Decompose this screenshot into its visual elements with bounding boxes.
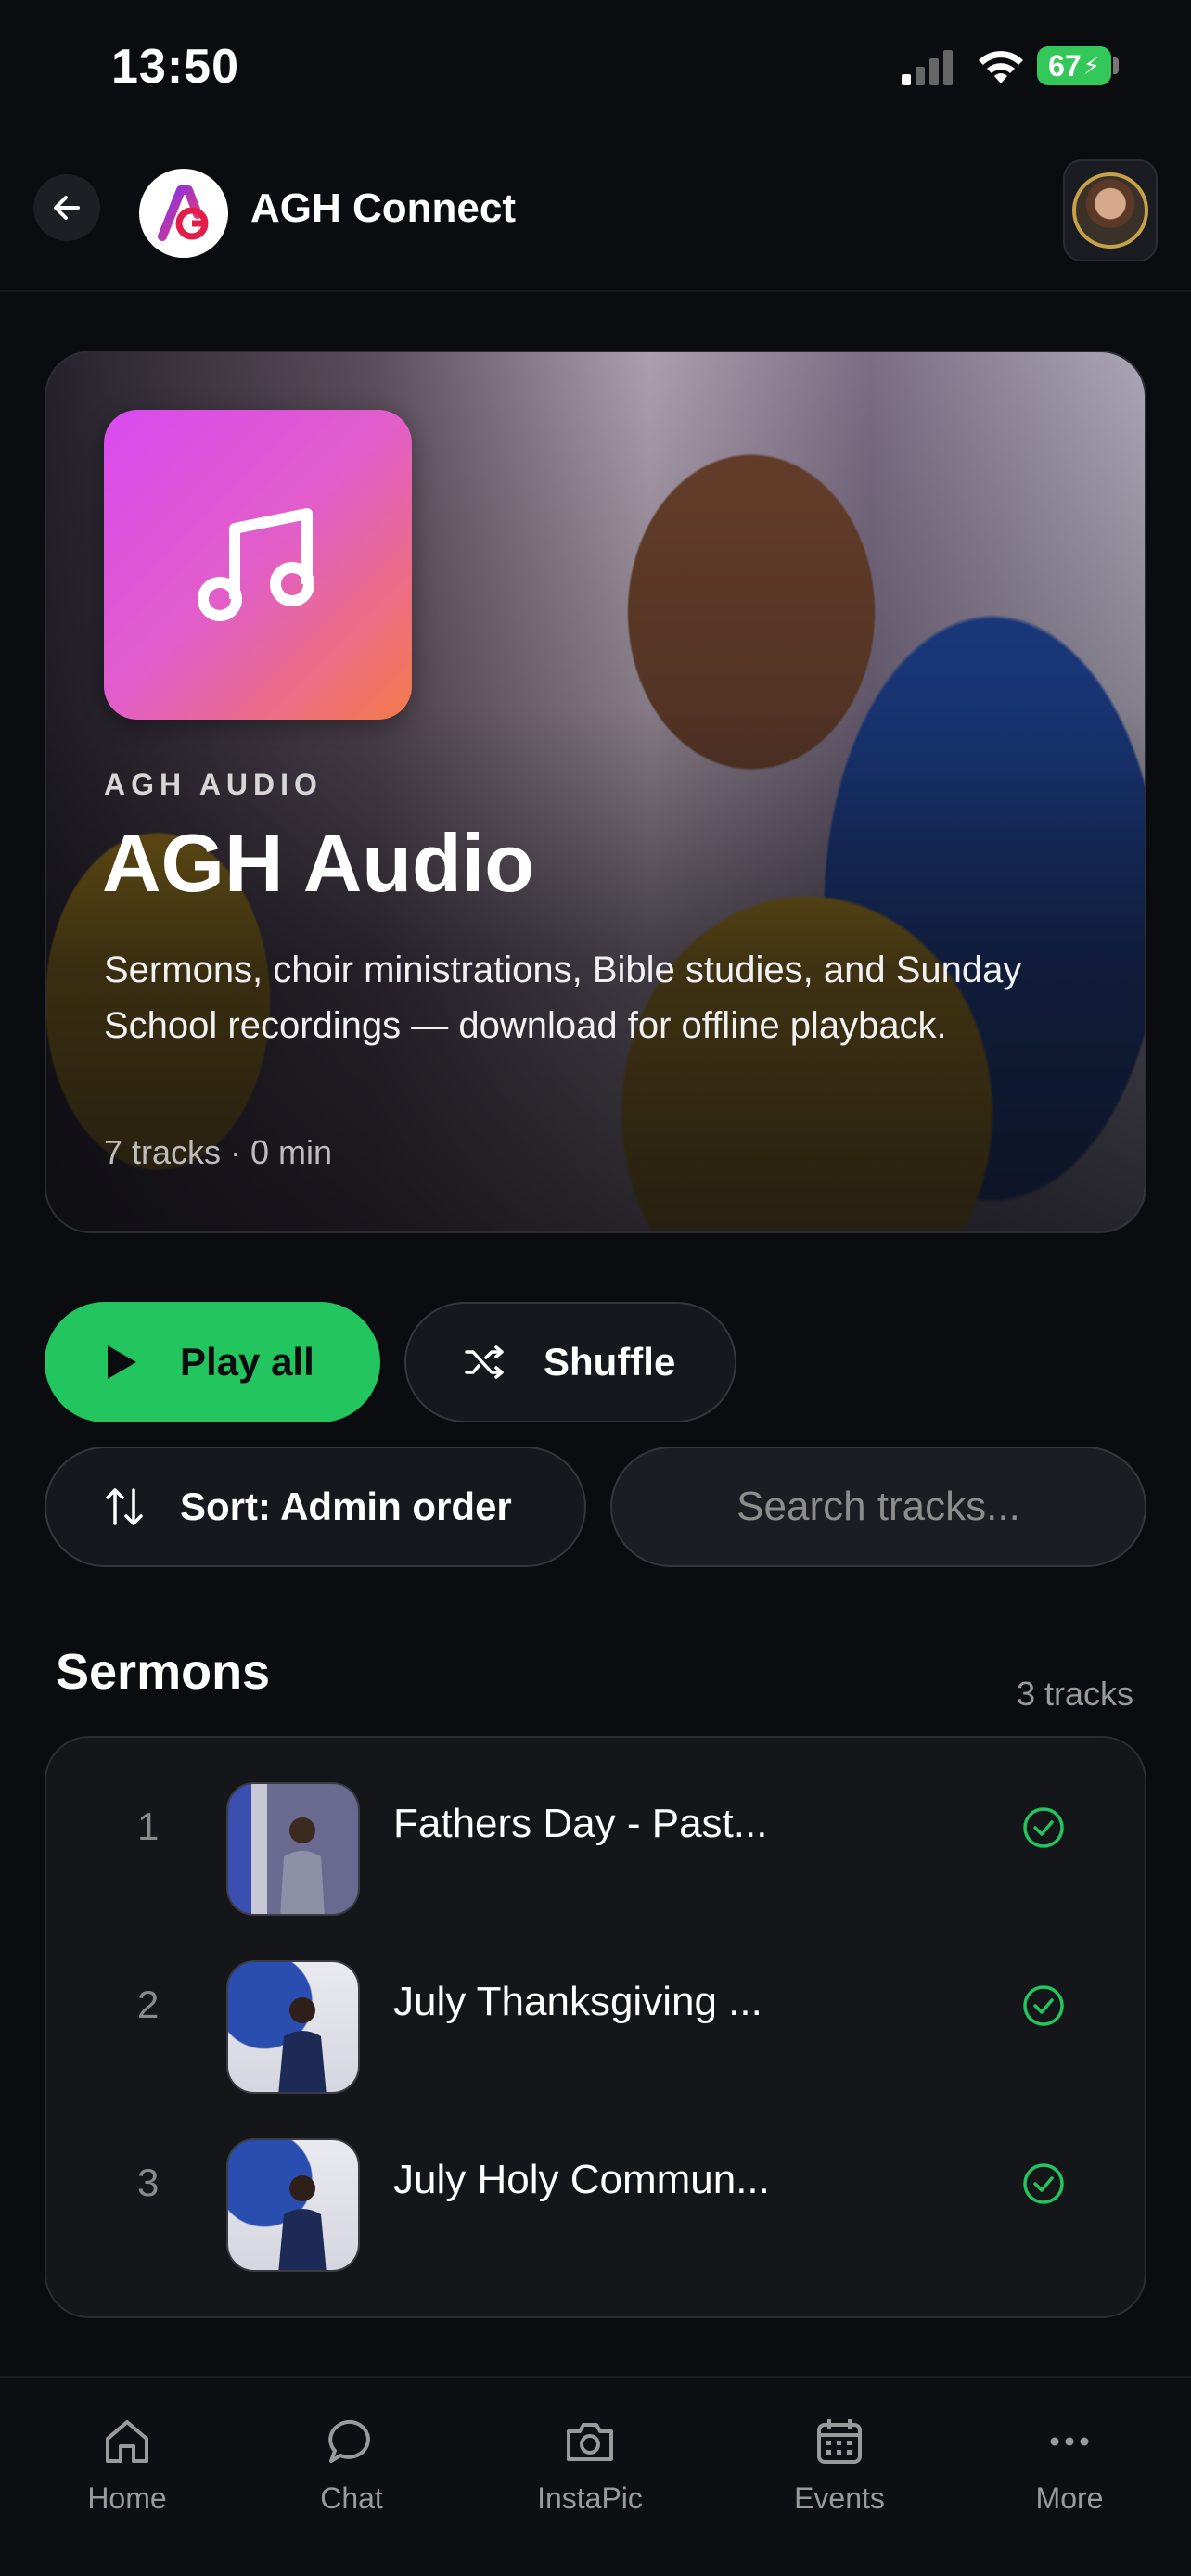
section-track-count: 3 tracks bbox=[1016, 1675, 1133, 1713]
shuffle-icon bbox=[465, 1345, 504, 1379]
arrow-left-icon bbox=[54, 196, 80, 220]
status-bar: 13:50 67 ⚡ bbox=[0, 0, 1191, 139]
album-art bbox=[104, 410, 412, 720]
camera-icon bbox=[567, 2423, 613, 2461]
play-all-button[interactable]: Play all bbox=[45, 1302, 380, 1422]
hero-meta: 7 tracks · 0 min bbox=[104, 1133, 333, 1171]
track-thumbnail bbox=[226, 2138, 360, 2272]
sort-arrows-icon bbox=[106, 1488, 143, 1525]
profile-button[interactable] bbox=[1063, 159, 1158, 261]
track-number: 2 bbox=[137, 1983, 160, 2026]
more-icon bbox=[1050, 2437, 1089, 2446]
home-icon bbox=[106, 2420, 148, 2463]
sort-button[interactable]: Sort: Admin order bbox=[45, 1447, 586, 1567]
track-title: July Thanksgiving ... bbox=[393, 1979, 762, 2024]
hero-title: AGH Audio bbox=[102, 817, 534, 909]
cellular-signal-icon bbox=[902, 50, 953, 85]
avatar bbox=[1072, 172, 1148, 249]
chat-icon bbox=[328, 2419, 370, 2463]
battery-indicator: 67 ⚡ bbox=[1037, 46, 1111, 85]
status-time: 13:50 bbox=[111, 40, 239, 94]
track-number: 3 bbox=[137, 2161, 160, 2204]
agh-logo-icon bbox=[158, 185, 209, 241]
music-note-icon bbox=[198, 508, 314, 621]
charging-bolt-icon: ⚡ bbox=[1082, 51, 1100, 80]
track-number: 1 bbox=[137, 1804, 160, 1848]
tab-more[interactable]: More bbox=[977, 2415, 1162, 2516]
speaker-figure bbox=[278, 1997, 327, 2092]
tab-label: Chat bbox=[320, 2481, 383, 2515]
section-title: Sermons bbox=[56, 1644, 271, 1700]
shuffle-label: Shuffle bbox=[544, 1340, 676, 1384]
app-title: AGH Connect bbox=[250, 185, 516, 231]
downloaded-check-icon bbox=[1023, 1807, 1064, 1848]
track-title: July Holy Commun... bbox=[393, 2157, 770, 2202]
tab-label: Home bbox=[87, 2481, 167, 2515]
track-list: 1 Fathers Day - Past... 2 July Thanksgiv… bbox=[45, 1736, 1146, 2318]
tab-chat[interactable]: Chat bbox=[259, 2415, 444, 2516]
tab-home[interactable]: Home bbox=[34, 2415, 220, 2516]
tab-label: Events bbox=[794, 2481, 885, 2515]
tab-events[interactable]: Events bbox=[747, 2415, 932, 2516]
tab-instapic[interactable]: InstaPic bbox=[497, 2415, 683, 2516]
calendar-icon bbox=[817, 2419, 862, 2464]
wifi-icon bbox=[979, 51, 1023, 83]
play-icon bbox=[108, 1345, 136, 1379]
track-thumbnail bbox=[226, 1782, 360, 1916]
speaker-figure bbox=[280, 1817, 325, 1914]
sort-label: Sort: Admin order bbox=[180, 1485, 512, 1528]
track-row[interactable]: 2 July Thanksgiving ... bbox=[46, 1916, 1148, 2094]
tab-label: More bbox=[1035, 2481, 1104, 2515]
app-logo bbox=[139, 169, 228, 258]
shuffle-button[interactable]: Shuffle bbox=[404, 1302, 736, 1422]
search-tracks-input[interactable] bbox=[610, 1447, 1146, 1567]
bottom-tab-bar: Home Chat InstaPic Events More bbox=[0, 2376, 1191, 2576]
play-all-label: Play all bbox=[180, 1340, 314, 1384]
hero-banner: AGH AUDIO AGH Audio Sermons, choir minis… bbox=[45, 351, 1146, 1233]
hero-kicker: AGH AUDIO bbox=[104, 768, 323, 801]
track-row[interactable]: 1 Fathers Day - Past... bbox=[46, 1738, 1148, 1916]
hero-description: Sermons, choir ministrations, Bible stud… bbox=[104, 950, 1022, 1046]
battery-level: 67 bbox=[1048, 48, 1082, 83]
track-thumbnail bbox=[226, 1960, 360, 2094]
back-button[interactable] bbox=[33, 174, 100, 241]
speaker-figure bbox=[278, 2175, 327, 2270]
downloaded-check-icon bbox=[1023, 1985, 1064, 2026]
tab-label: InstaPic bbox=[537, 2481, 643, 2515]
battery-cap bbox=[1113, 57, 1119, 74]
downloaded-check-icon bbox=[1023, 2163, 1064, 2204]
track-row[interactable]: 3 July Holy Commun... bbox=[46, 2094, 1148, 2272]
track-title: Fathers Day - Past... bbox=[393, 1801, 768, 1846]
top-nav: AGH Connect bbox=[0, 148, 1191, 292]
